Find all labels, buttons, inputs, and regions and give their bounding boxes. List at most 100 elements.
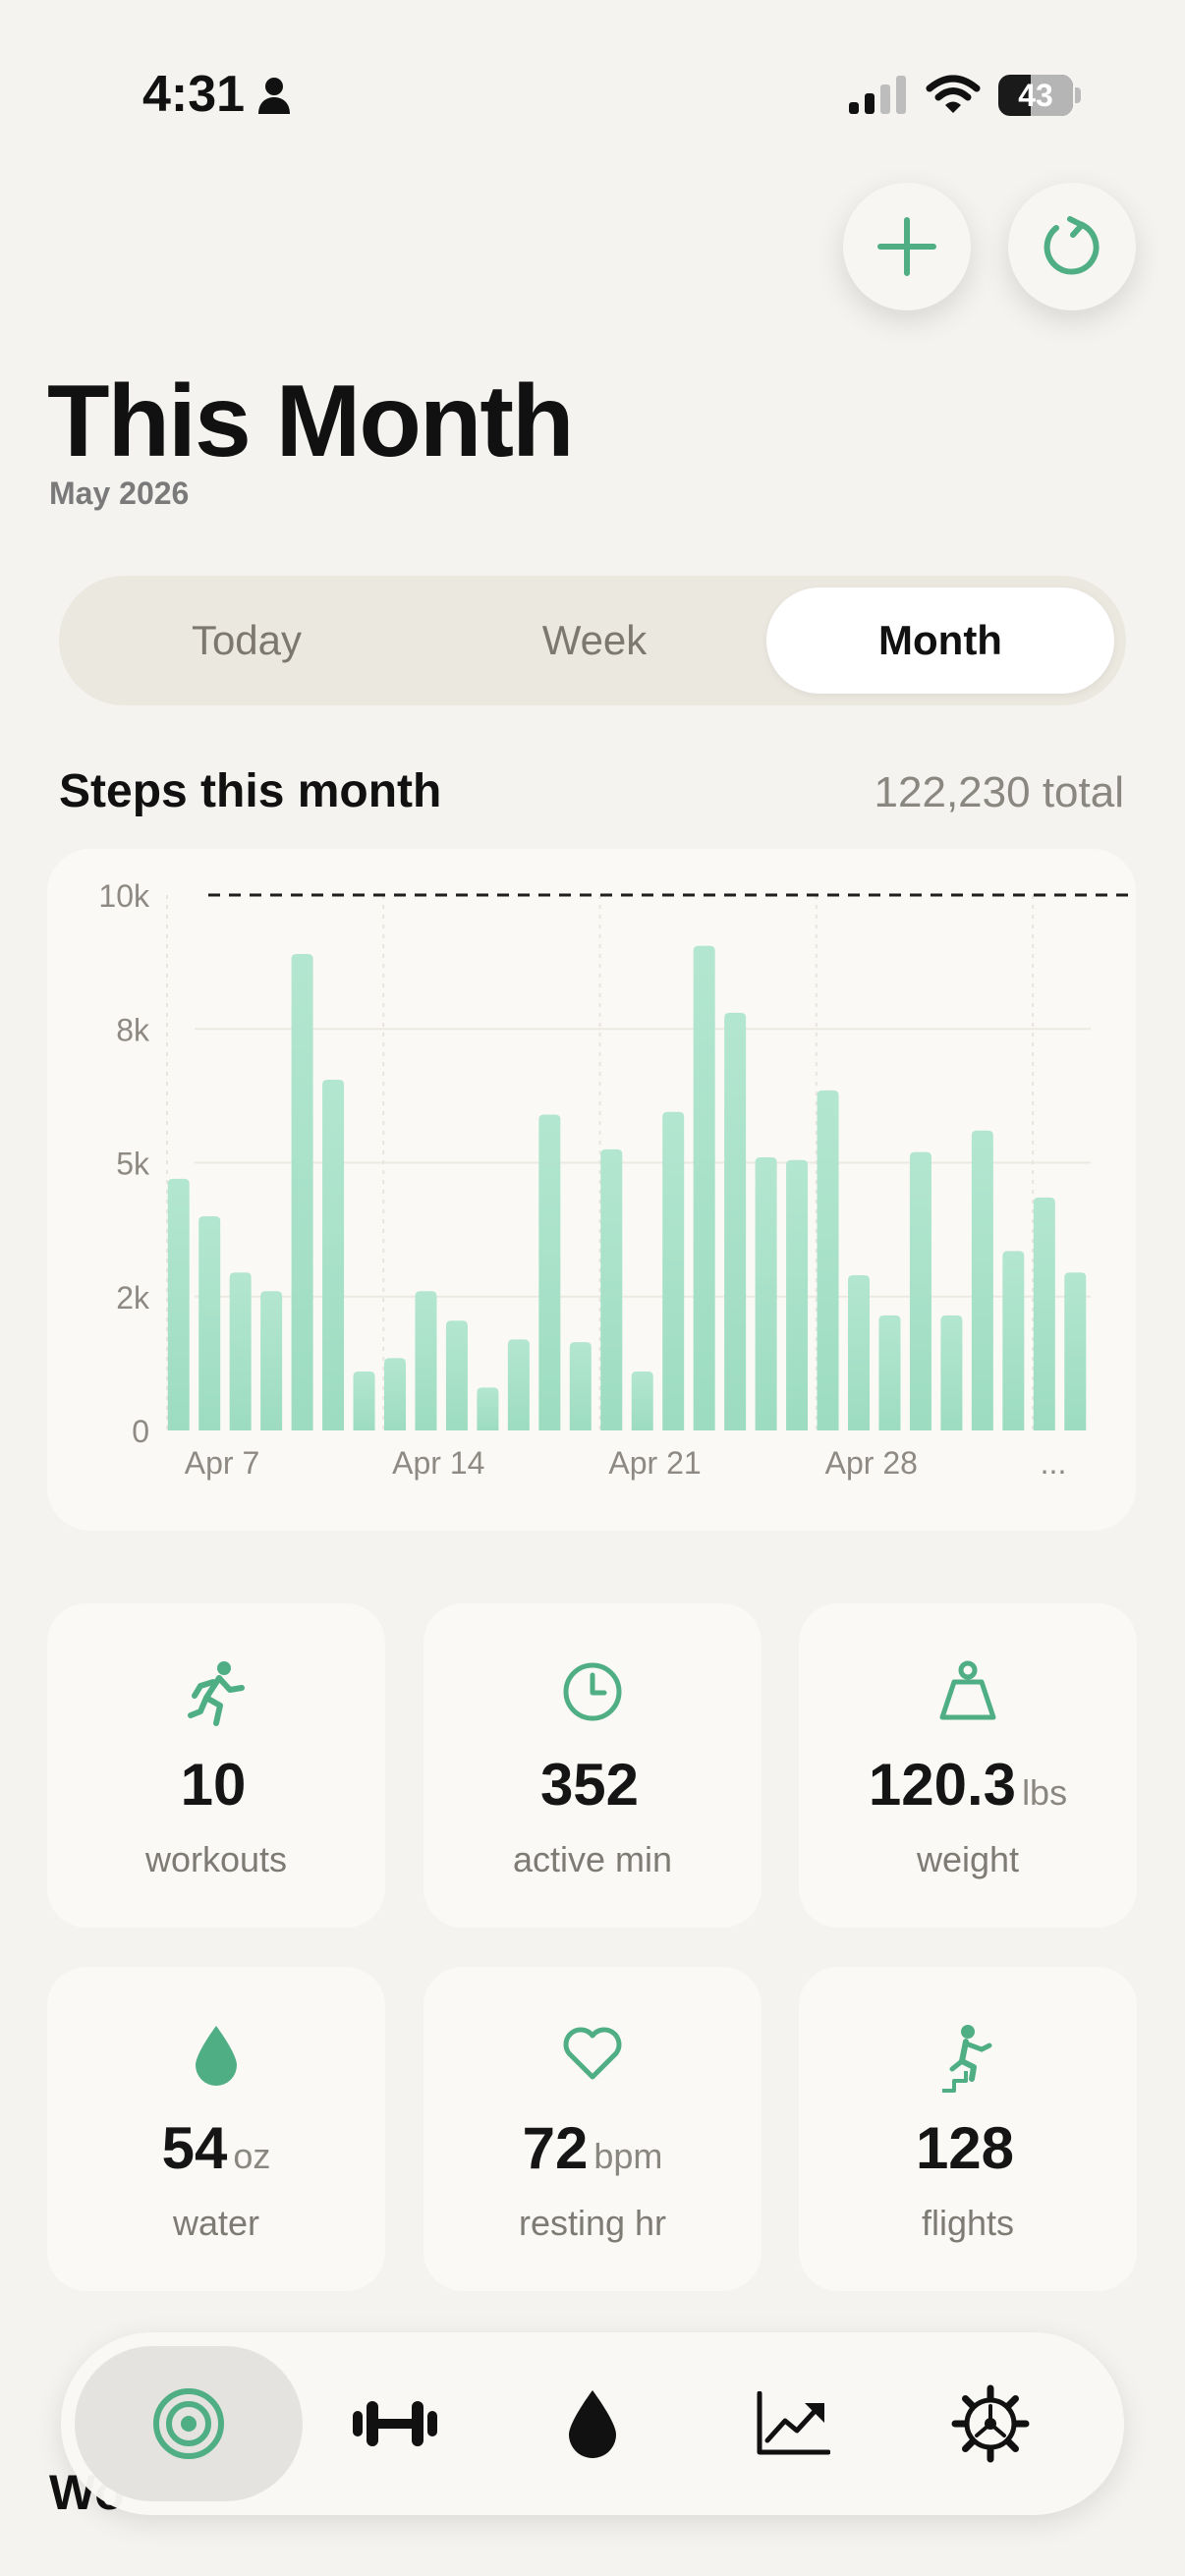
wifi-icon: [926, 75, 981, 113]
steps-chart-card: 10k 8k 5k 2k 0 Apr 7 Apr 14 Apr 21 Apr 28...: [47, 849, 1136, 1531]
steps-bar: [291, 953, 313, 1430]
steps-bar: [909, 1151, 931, 1430]
stat-value: 54: [161, 2115, 228, 2181]
stat-value: 128: [915, 2115, 1015, 2181]
status-bar: 4:31 43: [0, 0, 1185, 196]
stat-card-weight[interactable]: 120.3 lbs weight: [799, 1603, 1137, 1928]
battery-icon: 43: [998, 75, 1073, 116]
steps-bar: [1033, 1197, 1055, 1430]
steps-bar: [322, 1080, 345, 1430]
x-tick-label: Apr 7: [185, 1445, 259, 1481]
tab-goals[interactable]: [75, 2346, 303, 2501]
water-drop-icon: [196, 2026, 237, 2086]
trend-chart-icon: [757, 2391, 830, 2455]
segment-week[interactable]: Week: [421, 588, 768, 694]
steps-bar: [167, 1178, 190, 1430]
steps-section-title: Steps this month: [59, 765, 442, 817]
steps-bar: [260, 1291, 283, 1430]
stat-unit: bpm: [593, 2136, 663, 2176]
person-icon: [258, 78, 290, 114]
steps-bar: [229, 1272, 252, 1430]
stat-label: active min: [512, 1839, 673, 1879]
y-tick-label: 2k: [116, 1280, 150, 1316]
x-tick-label: Apr 28: [825, 1445, 918, 1481]
steps-bar: [477, 1387, 499, 1430]
steps-bar: [569, 1342, 592, 1430]
stat-card-water[interactable]: 54 oz water: [47, 1967, 385, 2291]
steps-bar: [786, 1159, 809, 1430]
stat-label: workouts: [144, 1839, 288, 1879]
steps-bar-chart: 10k 8k 5k 2k 0 Apr 7 Apr 14 Apr 21 Apr 28...: [98, 878, 1136, 1481]
page-subtitle: May 2026: [49, 476, 190, 511]
refresh-icon: [1044, 216, 1100, 275]
settings-gear-icon: [951, 2384, 1030, 2463]
stat-unit: oz: [233, 2136, 271, 2176]
segment-month[interactable]: Month: [766, 588, 1114, 694]
stat-card-flights[interactable]: 128 flights: [799, 1967, 1137, 2291]
stat-label: weight: [916, 1839, 1020, 1879]
signal-icon: [849, 76, 906, 114]
scale-weight-icon: [939, 1660, 996, 1720]
battery-cap: [1075, 87, 1081, 103]
stat-value: 72: [522, 2115, 589, 2181]
steps-bar: [1002, 1251, 1025, 1430]
steps-bar: [878, 1315, 901, 1430]
y-tick-label: 10k: [98, 878, 150, 914]
refresh-button[interactable]: [1008, 183, 1136, 310]
steps-bar: [538, 1114, 561, 1430]
stat-label: resting hr: [518, 2203, 667, 2243]
drop-icon: [569, 2390, 616, 2458]
steps-bar: [600, 1148, 623, 1430]
tab-settings[interactable]: [876, 2346, 1104, 2501]
y-tick-label: 5k: [116, 1147, 150, 1182]
tab-workouts[interactable]: [281, 2346, 509, 2501]
steps-total: 122,230 total: [874, 768, 1124, 816]
target-icon: [153, 2388, 224, 2459]
segment-today[interactable]: Today: [73, 588, 421, 694]
stat-card-active-min[interactable]: 352 active min: [423, 1603, 762, 1928]
steps-bar: [848, 1274, 870, 1430]
tab-hydration[interactable]: [479, 2346, 706, 2501]
steps-bar: [507, 1339, 530, 1430]
clock-icon: [563, 1662, 622, 1721]
steps-bar: [693, 945, 715, 1430]
x-tick-label: ...: [1041, 1445, 1067, 1481]
stairs-climber-icon: [942, 2025, 992, 2093]
y-tick-label: 0: [132, 1414, 149, 1449]
running-icon: [188, 1661, 245, 1726]
stat-value: 120.3: [868, 1752, 1017, 1818]
steps-bar: [817, 1090, 839, 1430]
stat-card-workouts[interactable]: 10 workouts: [47, 1603, 385, 1928]
bottom-tab-bar: [61, 2332, 1124, 2515]
steps-bar: [631, 1372, 653, 1430]
dumbbell-icon: [353, 2401, 437, 2446]
steps-bar: [384, 1358, 406, 1430]
period-segmented-control: Today Week Month: [59, 576, 1126, 705]
add-button[interactable]: [843, 183, 971, 310]
steps-bar: [971, 1130, 993, 1430]
stat-label: flights: [921, 2203, 1015, 2243]
tab-trends[interactable]: [679, 2346, 907, 2501]
y-tick-label: 8k: [116, 1012, 150, 1047]
x-tick-label: Apr 14: [392, 1445, 484, 1481]
stat-value: 352: [539, 1752, 640, 1818]
x-tick-label: Apr 21: [608, 1445, 701, 1481]
steps-bar: [198, 1216, 221, 1430]
stat-unit: lbs: [1022, 1772, 1068, 1813]
steps-bar: [662, 1111, 685, 1430]
stat-card-resting-hr[interactable]: 72 bpm resting hr: [423, 1967, 762, 2291]
page-title: This Month: [47, 364, 575, 478]
steps-bar: [415, 1291, 437, 1430]
steps-bar: [353, 1372, 375, 1430]
stat-label: water: [172, 2203, 260, 2243]
steps-bar: [724, 1012, 747, 1430]
plus-icon: [877, 217, 936, 276]
steps-bar: [1064, 1272, 1087, 1430]
stat-value: 10: [180, 1752, 247, 1818]
heart-icon: [563, 2027, 622, 2080]
steps-bar: [755, 1157, 777, 1430]
steps-bar: [445, 1320, 468, 1430]
steps-bar: [940, 1315, 963, 1430]
battery-level: 43: [1018, 78, 1053, 113]
status-time: 4:31: [142, 66, 246, 123]
